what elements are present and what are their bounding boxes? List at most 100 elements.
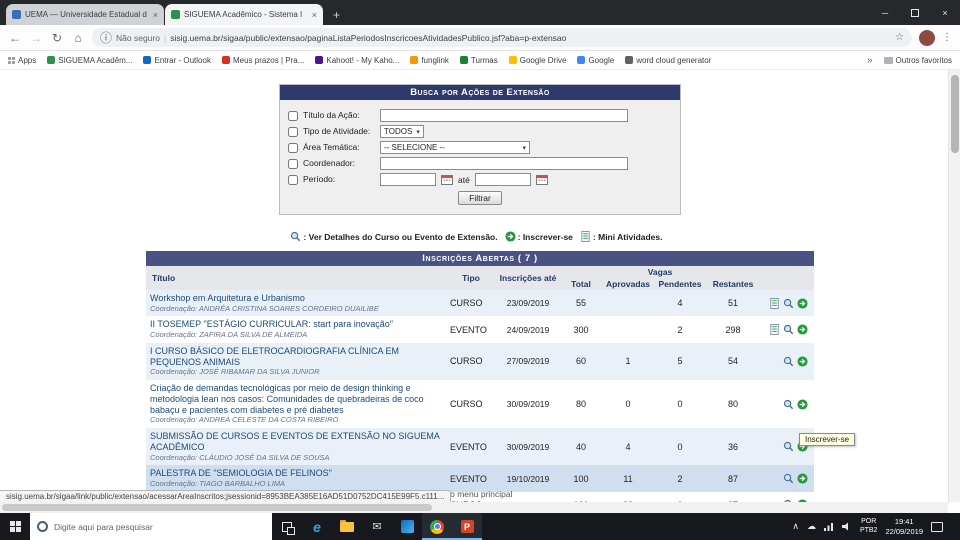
- filter-periodo-checkbox[interactable]: [288, 174, 298, 185]
- legend-text: : Inscrever-se: [517, 231, 573, 242]
- coordenacao-text: Coordenação: TIAGO BARBALHO LIMA: [150, 479, 286, 489]
- powerpoint-button[interactable]: P: [452, 513, 482, 540]
- bookmark-star-icon[interactable]: ☆: [895, 32, 904, 43]
- tray-chevron-icon[interactable]: ∧: [792, 522, 799, 531]
- bookmark-meus-prazos[interactable]: Meus prazos | Pra...: [221, 56, 304, 65]
- periodo-inicio-input[interactable]: [380, 173, 436, 186]
- close-button[interactable]: ×: [930, 0, 960, 25]
- calendar-icon[interactable]: [535, 174, 548, 185]
- inscrever-icon[interactable]: [797, 298, 808, 309]
- minimize-button[interactable]: ─: [870, 0, 900, 25]
- new-tab-button[interactable]: +: [324, 4, 349, 25]
- aprovadas-cell: 4: [625, 441, 631, 452]
- filtrar-button[interactable]: Filtrar: [458, 191, 502, 205]
- home-icon[interactable]: ⌂: [71, 31, 85, 45]
- tab-title: UEMA — Universidade Estadual d: [25, 10, 147, 19]
- tab-close-icon[interactable]: ×: [153, 10, 158, 20]
- language-line1: POR: [861, 517, 877, 525]
- view-details-icon[interactable]: [783, 399, 794, 410]
- action-title-link[interactable]: PALESTRA DE "SEMIOLOGIA DE FELINOS": [150, 468, 442, 479]
- view-details-icon[interactable]: [783, 324, 794, 335]
- restantes-cell: 80: [728, 399, 739, 410]
- tipo-select[interactable]: TODOS ▾: [380, 125, 424, 138]
- maximize-button[interactable]: [900, 0, 930, 25]
- tab-uema[interactable]: UEMA — Universidade Estadual d ×: [6, 4, 164, 25]
- view-details-icon[interactable]: [783, 441, 794, 452]
- bookmark-turmas[interactable]: Turmas: [459, 56, 498, 65]
- tab-close-icon[interactable]: ×: [312, 10, 317, 20]
- action-center-icon[interactable]: [931, 521, 943, 532]
- titulo-input[interactable]: [380, 109, 628, 122]
- area-label: Área Temática:: [303, 141, 360, 152]
- edge-button[interactable]: e: [302, 513, 332, 540]
- bookmark-siguema[interactable]: SIGUEMA Acadêm...: [47, 56, 132, 65]
- info-icon[interactable]: ⓘ: [100, 29, 112, 46]
- speaker-icon[interactable]: [841, 522, 852, 531]
- horizontal-scroll-thumb[interactable]: [2, 504, 432, 511]
- task-view-button[interactable]: [272, 513, 302, 540]
- aprovadas-cell: 1: [625, 356, 631, 367]
- mail-button[interactable]: ✉: [362, 513, 392, 540]
- file-explorer-button[interactable]: [332, 513, 362, 540]
- taskbar-search[interactable]: Digite aqui para pesquisar: [30, 513, 272, 540]
- browser-menu-icon[interactable]: ⋮: [942, 32, 952, 43]
- coordenador-input[interactable]: [380, 157, 628, 170]
- network-icon[interactable]: [823, 522, 834, 531]
- bookmark-label: Kahoot! - My Kaho...: [326, 55, 400, 65]
- start-button[interactable]: [0, 513, 30, 540]
- action-title-link[interactable]: Criação de demandas tecnológicas por mei…: [150, 383, 442, 415]
- status-bar-url: sisig.uema.br/sigaa/link/public/extensao…: [0, 490, 452, 502]
- refresh-icon[interactable]: ↻: [50, 31, 64, 45]
- action-title-link[interactable]: II TOSEMEP "ESTÁGIO CURRICULAR: start pa…: [150, 319, 442, 330]
- mini-activities-icon[interactable]: [769, 297, 780, 309]
- calendar-icon[interactable]: [441, 174, 453, 185]
- photos-button[interactable]: [392, 513, 422, 540]
- onedrive-cloud-icon[interactable]: ☁: [807, 522, 816, 531]
- other-bookmarks[interactable]: Outros favoritos: [883, 56, 952, 65]
- inscricoes-abertas-section: Inscrições Abertas ( 7 ) Título Tipo Ins…: [146, 251, 815, 513]
- profile-avatar[interactable]: [919, 29, 935, 46]
- bookmark-word-cloud[interactable]: word cloud generator: [625, 56, 711, 65]
- back-icon[interactable]: ←: [8, 31, 22, 45]
- chevron-down-icon: ▾: [416, 128, 420, 136]
- favicon-icon: [221, 56, 230, 64]
- bookmarks-overflow-icon[interactable]: »: [867, 55, 873, 66]
- periodo-fim-input[interactable]: [474, 173, 531, 186]
- coordenacao-text: Coordenação: ANDREA CELESTE DA COSTA RIB…: [150, 415, 339, 425]
- bookmark-outlook[interactable]: Entrar - Outlook: [143, 56, 211, 65]
- horizontal-scrollbar[interactable]: [0, 502, 948, 513]
- action-title-link[interactable]: SUBMISSÃO DE CURSOS E EVENTOS DE EXTENSÃ…: [150, 431, 442, 453]
- tab-siguema[interactable]: SIGUEMA Acadêmico - Sistema I ×: [165, 4, 323, 25]
- vertical-scroll-thumb[interactable]: [951, 75, 959, 153]
- bookmark-funglink[interactable]: funglink: [410, 56, 449, 65]
- inscrever-icon[interactable]: [797, 399, 808, 410]
- area-select[interactable]: -- SELECIONE -- ▾: [380, 141, 530, 154]
- bookmark-google[interactable]: Google: [577, 56, 614, 65]
- filter-area-checkbox[interactable]: [288, 142, 298, 153]
- mini-activities-icon[interactable]: [769, 324, 780, 336]
- language-indicator[interactable]: POR PTB2: [860, 518, 878, 536]
- legend-text: : Mini Atividades.: [592, 231, 663, 242]
- address-bar[interactable]: ⓘ Não seguro | sisig.uema.br/sigaa/publi…: [92, 28, 912, 47]
- view-details-icon[interactable]: [783, 356, 794, 367]
- inscrever-icon[interactable]: [797, 356, 808, 367]
- bookmark-kahoot[interactable]: Kahoot! - My Kaho...: [315, 56, 399, 65]
- filter-coordenador-checkbox[interactable]: [288, 158, 298, 169]
- clock-time: 19:41: [894, 517, 914, 527]
- vertical-scrollbar[interactable]: [948, 70, 960, 502]
- forward-icon[interactable]: →: [29, 31, 43, 45]
- bookmark-google-drive[interactable]: Google Drive: [508, 56, 566, 65]
- filter-titulo-checkbox[interactable]: [288, 110, 298, 121]
- restantes-cell: 51: [728, 298, 739, 309]
- view-details-icon[interactable]: [783, 298, 794, 309]
- filter-tipo-checkbox[interactable]: [288, 126, 298, 137]
- inscrever-icon[interactable]: [797, 324, 808, 335]
- view-details-icon[interactable]: [783, 473, 794, 484]
- taskbar-clock[interactable]: 19:41 22/09/2019: [885, 517, 923, 536]
- action-title-link[interactable]: I CURSO BÁSICO DE ELETROCARDIOGRAFIA CLÍ…: [150, 346, 442, 368]
- inscrever-icon[interactable]: [797, 473, 808, 484]
- chrome-button[interactable]: [422, 513, 452, 540]
- action-title-link[interactable]: Workshop em Arquitetura e Urbanismo: [150, 293, 442, 304]
- bookmark-apps[interactable]: Apps: [8, 56, 36, 65]
- task-view-icon: [282, 521, 295, 535]
